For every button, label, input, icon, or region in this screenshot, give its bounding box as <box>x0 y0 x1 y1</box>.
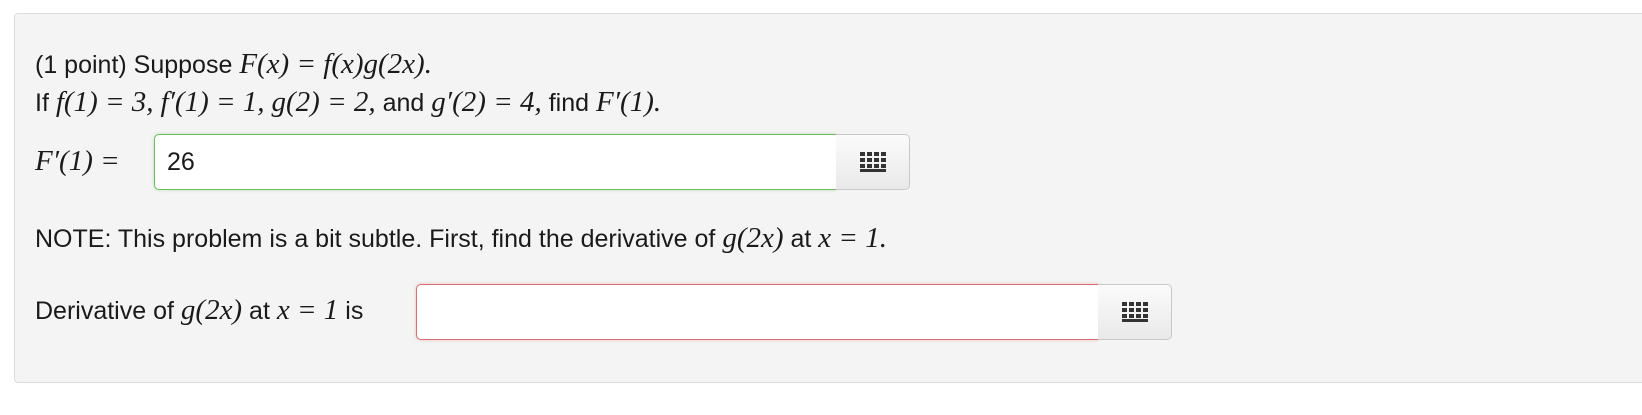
given-find-text: find <box>548 89 590 117</box>
answer-2-label-math-g2x: g(2x) <box>180 294 243 326</box>
answer-1-input[interactable] <box>154 134 837 190</box>
answer-2-input[interactable] <box>416 284 1099 340</box>
keypad-grid-icon <box>859 152 886 172</box>
problem-intro-text: (1 point) Suppose <box>35 51 233 79</box>
given-fprime1-math: f′(1) = 1, <box>160 86 265 118</box>
note-math-x1: x = 1. <box>818 222 887 254</box>
answer-1-label: F′(1) = <box>35 144 120 179</box>
answer-2-label-at-text: at <box>249 297 270 325</box>
answer-1-equation-editor-button[interactable] <box>836 134 910 190</box>
problem-statement-line-1: (1 point) Suppose F(x) = f(x)g(2x). <box>35 47 432 82</box>
answer-2-label-text: Derivative of <box>35 297 174 325</box>
answer-2-label-is-text: is <box>345 297 364 325</box>
find-target-math: F′(1). <box>595 86 662 118</box>
problem-statement-line-2: If f(1) = 3, f′(1) = 1, g(2) = 2, and g′… <box>35 85 661 120</box>
given-prefix-text: If <box>35 89 49 117</box>
function-definition-math: F(x) = f(x)g(2x). <box>239 48 432 80</box>
keypad-grid-icon <box>1121 302 1148 322</box>
given-g2-math: g(2) = 2, <box>271 86 376 118</box>
given-f1-math: f(1) = 3, <box>55 86 154 118</box>
note-math-g2x: g(2x) <box>722 222 784 254</box>
answer-2-label-math-x1: x = 1 <box>276 294 339 326</box>
answer-1-label-math: F′(1) = <box>35 145 120 177</box>
given-gprime2-math: g′(2) = 4, <box>431 86 542 118</box>
problem-panel: (1 point) Suppose F(x) = f(x)g(2x). If f… <box>14 13 1642 383</box>
answer-2-label: Derivative of g(2x) at x = 1 is <box>35 293 363 328</box>
note-line: NOTE: This problem is a bit subtle. Firs… <box>35 221 887 256</box>
answer-2-equation-editor-button[interactable] <box>1098 284 1172 340</box>
given-and-text: and <box>382 89 425 117</box>
note-at-text: at <box>790 225 812 253</box>
note-text: NOTE: This problem is a bit subtle. Firs… <box>35 225 716 253</box>
